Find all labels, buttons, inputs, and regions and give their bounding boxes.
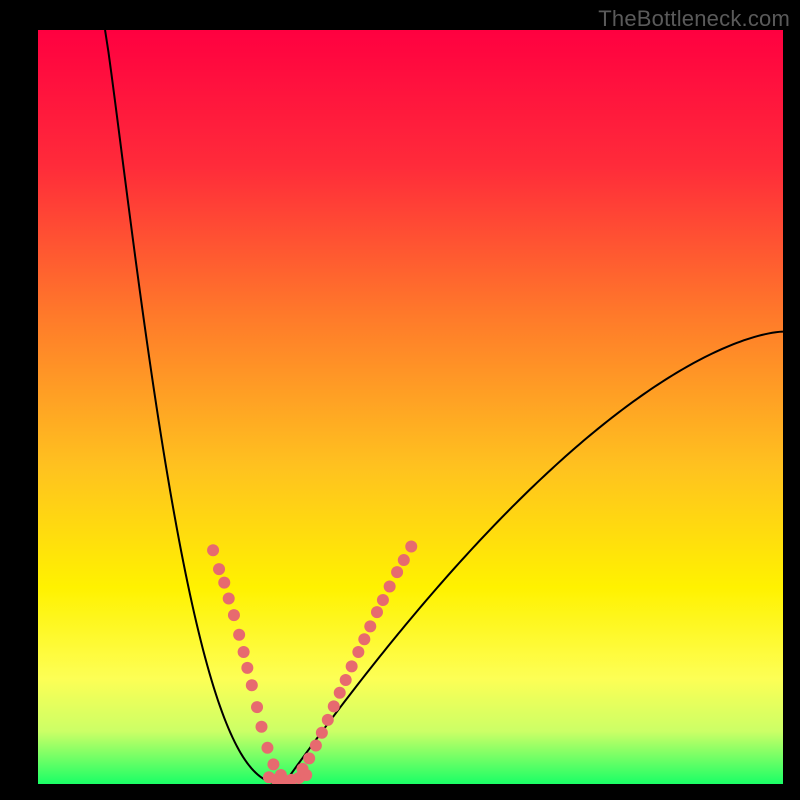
data-dot [246,679,258,691]
data-dot [384,580,396,592]
data-dot [223,593,235,605]
chart-svg [38,30,783,784]
chart-container: TheBottleneck.com [0,0,800,800]
data-dot [371,606,383,618]
bottleneck-chart [38,30,783,784]
data-dot [377,594,389,606]
data-dot [310,740,322,752]
data-dot [322,714,334,726]
data-dot [233,629,245,641]
data-dot [296,763,308,775]
data-dot [251,701,263,713]
data-dot [328,700,340,712]
watermark-text: TheBottleneck.com [598,6,790,32]
data-dot [398,554,410,566]
data-dot [261,742,273,754]
data-dot [340,674,352,686]
data-dot [405,540,417,552]
data-dot [358,633,370,645]
data-dot [267,758,279,770]
data-dot [238,646,250,658]
data-dot [228,609,240,621]
data-dot [213,563,225,575]
data-dot [364,620,376,632]
data-dot [334,687,346,699]
data-dot [218,577,230,589]
data-dot [346,660,358,672]
data-dot [241,662,253,674]
data-dot [316,727,328,739]
data-dot [391,566,403,578]
gradient-background [38,30,783,784]
data-dot [303,752,315,764]
data-dot [352,646,364,658]
data-dot [207,544,219,556]
data-dot [256,721,268,733]
